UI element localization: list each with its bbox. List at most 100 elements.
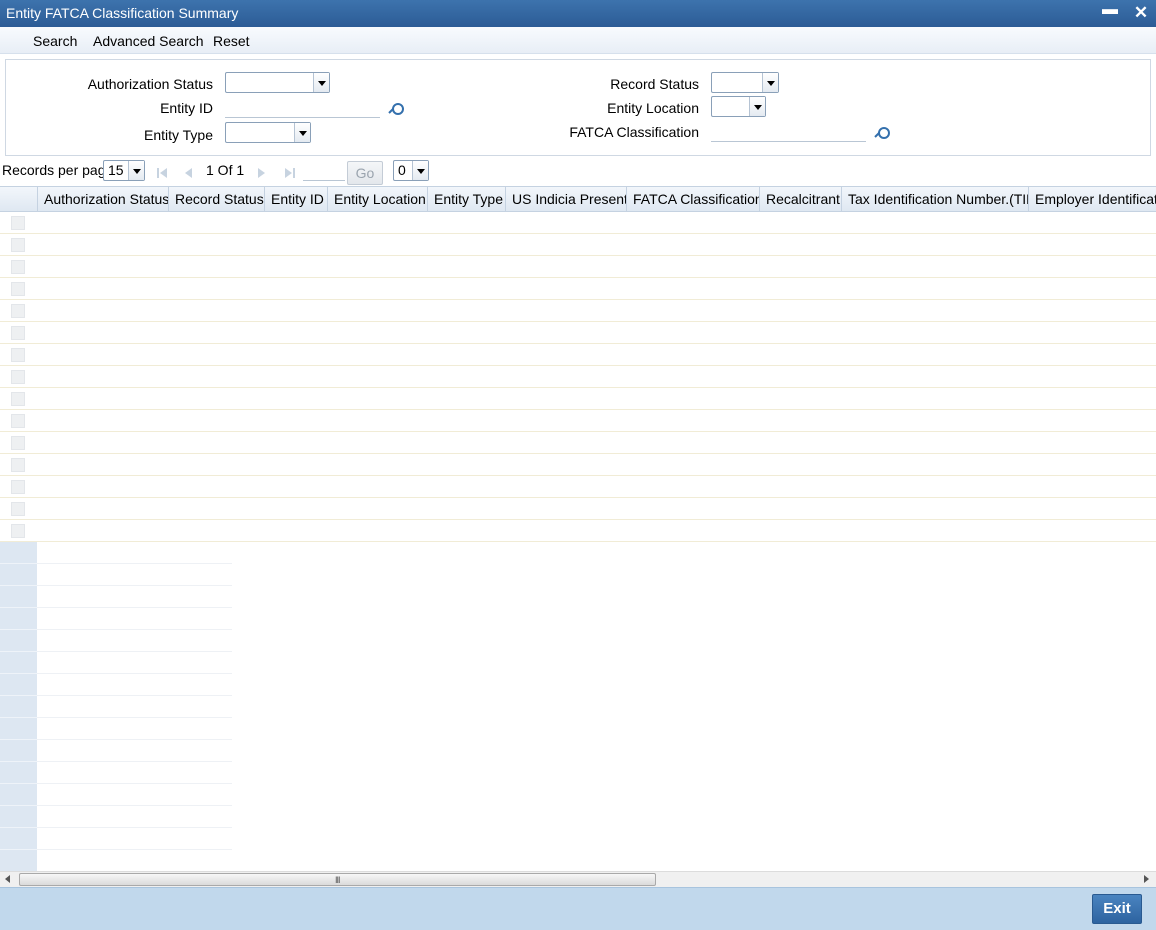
row-selector-cell xyxy=(0,718,37,740)
advanced-search-button[interactable]: Advanced Search xyxy=(93,33,204,49)
table-row[interactable] xyxy=(0,520,1156,542)
scroll-right-icon[interactable] xyxy=(1144,875,1149,883)
table-row[interactable] xyxy=(0,212,1156,234)
empty-row xyxy=(37,608,232,630)
minimize-button[interactable]: ▬ xyxy=(1100,1,1120,21)
table-row[interactable] xyxy=(0,234,1156,256)
row-checkbox[interactable] xyxy=(11,392,25,406)
table-row[interactable] xyxy=(0,432,1156,454)
entity-location-label: Entity Location xyxy=(607,100,699,116)
page-info: 1 Of 1 xyxy=(206,162,245,178)
chevron-down-icon xyxy=(412,161,428,180)
entity-id-label: Entity ID xyxy=(160,100,213,116)
row-checkbox[interactable] xyxy=(11,304,25,318)
last-page-icon[interactable] xyxy=(285,167,297,179)
row-checkbox[interactable] xyxy=(11,282,25,296)
horizontal-scrollbar[interactable]: III xyxy=(0,871,1156,887)
column-header[interactable]: Recalcitrant xyxy=(760,187,842,212)
empty-row xyxy=(37,828,232,850)
row-checkbox[interactable] xyxy=(11,414,25,428)
search-button[interactable]: Search xyxy=(33,33,77,49)
column-header[interactable]: Record Status xyxy=(169,187,265,212)
go-button[interactable]: Go xyxy=(347,161,383,185)
record-status-select[interactable] xyxy=(711,72,779,93)
row-checkbox[interactable] xyxy=(11,238,25,252)
row-checkbox[interactable] xyxy=(11,524,25,538)
row-checkbox[interactable] xyxy=(11,216,25,230)
table-row[interactable] xyxy=(0,322,1156,344)
column-header[interactable]: Entity ID xyxy=(265,187,328,212)
column-header[interactable]: Authorization Status xyxy=(38,187,169,212)
column-header[interactable]: Employer Identificatio xyxy=(1029,187,1156,212)
column-header[interactable]: US Indicia Present xyxy=(506,187,627,212)
previous-page-icon[interactable] xyxy=(185,167,197,179)
fatca-classification-input[interactable] xyxy=(711,122,866,142)
entity-id-input[interactable] xyxy=(225,98,380,118)
table-row[interactable] xyxy=(0,454,1156,476)
row-selector-cell xyxy=(0,674,37,696)
table-row[interactable] xyxy=(0,344,1156,366)
column-header[interactable]: Entity Type xyxy=(428,187,506,212)
records-per-page-select[interactable]: 15 xyxy=(103,160,145,181)
reset-button[interactable]: Reset xyxy=(213,33,250,49)
scroll-left-icon[interactable] xyxy=(5,875,10,883)
row-checkbox[interactable] xyxy=(11,458,25,472)
table-row[interactable] xyxy=(0,366,1156,388)
row-checkbox[interactable] xyxy=(11,370,25,384)
row-selector-cell xyxy=(0,828,37,850)
empty-row xyxy=(37,850,232,871)
entity-type-label: Entity Type xyxy=(143,127,213,143)
chevron-down-icon xyxy=(749,97,765,116)
close-button[interactable]: ✕ xyxy=(1131,3,1151,23)
pagination-bar: Records per page 15 1 Of 1 Go 0 xyxy=(0,158,1156,186)
fatca-classification-lookup-icon[interactable] xyxy=(874,126,890,140)
entity-id-lookup-icon[interactable] xyxy=(388,102,404,116)
search-criteria-panel: Authorization Status Entity ID Entity Ty… xyxy=(5,59,1151,156)
chevron-down-icon xyxy=(313,73,329,92)
grid-header: Authorization Status Record Status Entit… xyxy=(0,186,1156,212)
entity-type-select[interactable] xyxy=(225,122,311,143)
table-row[interactable] xyxy=(0,476,1156,498)
toolbar: Search Advanced Search Reset xyxy=(0,27,1156,54)
row-selector-cell xyxy=(0,630,37,652)
empty-row xyxy=(37,696,232,718)
table-row[interactable] xyxy=(0,388,1156,410)
empty-row xyxy=(37,652,232,674)
row-checkbox[interactable] xyxy=(11,436,25,450)
next-page-icon[interactable] xyxy=(258,167,270,179)
empty-row xyxy=(37,762,232,784)
row-checkbox[interactable] xyxy=(11,326,25,340)
select-all-header[interactable] xyxy=(0,187,38,212)
table-row[interactable] xyxy=(0,410,1156,432)
table-row[interactable] xyxy=(0,498,1156,520)
exit-button[interactable]: Exit xyxy=(1092,894,1142,924)
title-bar: Entity FATCA Classification Summary ▬ ✕ xyxy=(0,0,1156,27)
column-count-select[interactable]: 0 xyxy=(393,160,429,181)
empty-row xyxy=(37,542,232,564)
column-header[interactable]: Tax Identification Number.(TIN) xyxy=(842,187,1029,212)
row-selector-cell xyxy=(0,784,37,806)
authorization-status-select[interactable] xyxy=(225,72,330,93)
table-row[interactable] xyxy=(0,300,1156,322)
column-header[interactable]: Entity Location xyxy=(328,187,428,212)
row-selector-cell xyxy=(0,806,37,828)
entity-location-select[interactable] xyxy=(711,96,766,117)
row-selector-cell xyxy=(0,652,37,674)
record-status-label: Record Status xyxy=(610,76,699,92)
scrollbar-thumb[interactable]: III xyxy=(19,873,656,886)
table-row[interactable] xyxy=(0,256,1156,278)
row-checkbox[interactable] xyxy=(11,260,25,274)
row-checkbox[interactable] xyxy=(11,348,25,362)
row-selector-cell xyxy=(0,608,37,630)
empty-row xyxy=(37,674,232,696)
table-row[interactable] xyxy=(0,278,1156,300)
first-page-icon[interactable] xyxy=(157,167,169,179)
row-selector-cell xyxy=(0,564,37,586)
row-checkbox[interactable] xyxy=(11,480,25,494)
goto-page-input[interactable] xyxy=(303,161,345,181)
row-checkbox[interactable] xyxy=(11,502,25,516)
row-selector-cell xyxy=(0,740,37,762)
column-header[interactable]: FATCA Classification xyxy=(627,187,760,212)
row-selector-cell xyxy=(0,762,37,784)
row-selector-cell xyxy=(0,586,37,608)
